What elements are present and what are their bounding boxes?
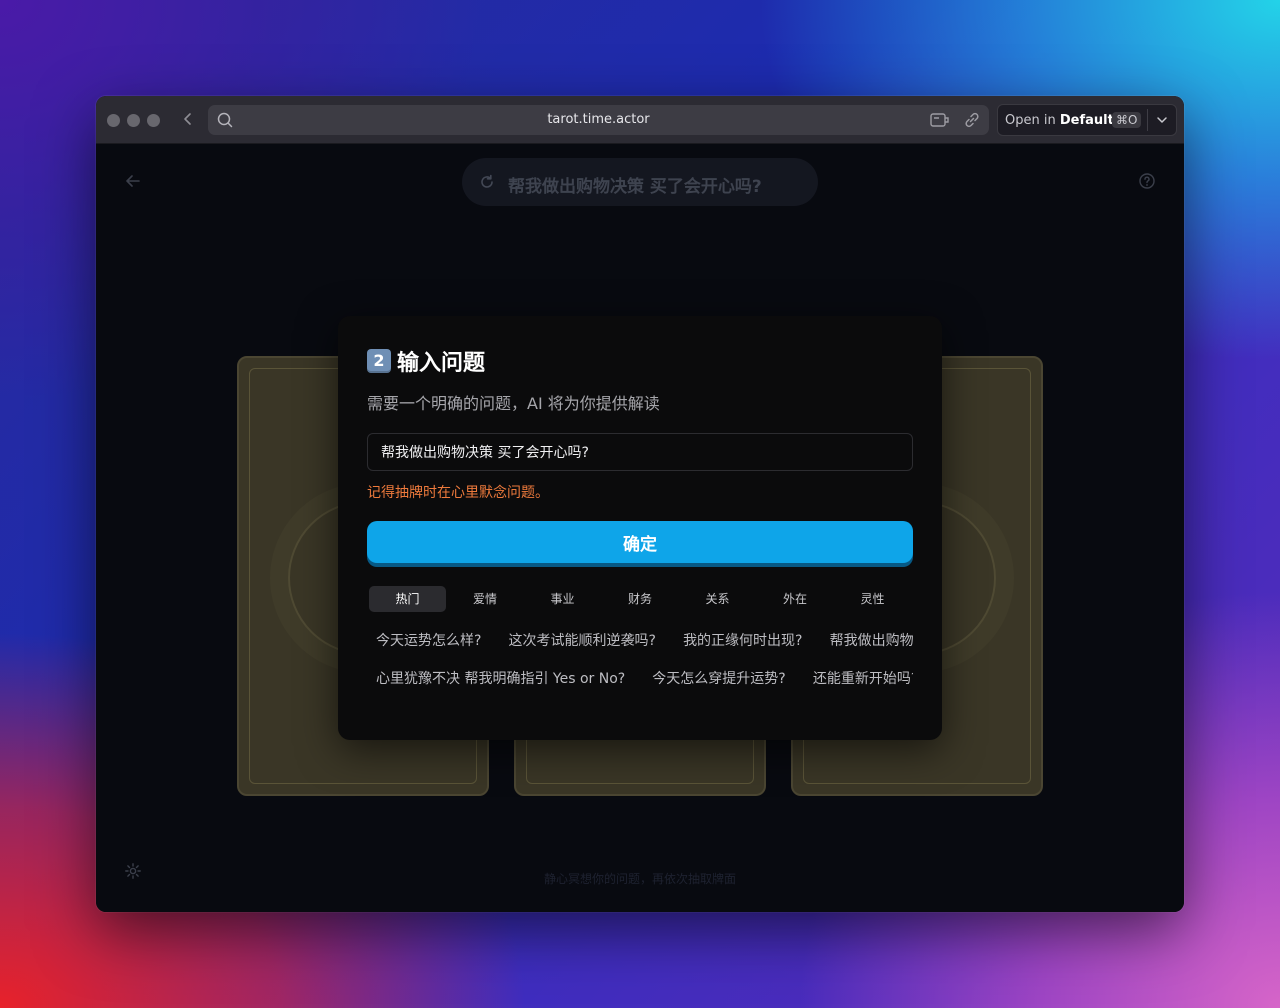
chevron-down-icon[interactable]	[1154, 112, 1170, 128]
current-question-pill[interactable]: 帮我做出购物决策 买了会开心吗?	[462, 158, 818, 206]
dialog-title-text: 输入问题	[397, 351, 486, 376]
question-input[interactable]	[367, 433, 913, 471]
help-circle-icon[interactable]	[1138, 172, 1156, 190]
page-content: 帮我做出购物决策 买了会开心吗? 静心冥想你的问题，再依次抽取牌面 2 输入问题…	[96, 144, 1184, 912]
close-window-button[interactable]	[107, 114, 120, 127]
extension-icon[interactable]	[928, 110, 950, 130]
suggestion-row-1: 今天运势怎么样? 这次考试能顺利逆袭吗? 我的正缘何时出现? 帮我做出购物决策 …	[367, 629, 913, 653]
tab-appearance[interactable]: 外在	[757, 586, 834, 612]
open-in-target: Default	[1059, 113, 1114, 128]
link-icon[interactable]	[962, 110, 982, 130]
suggestion-chip[interactable]: 心里犹豫不决 帮我明确指引 Yes or No?	[367, 667, 634, 691]
suggestion-chip[interactable]: 我的正缘何时出现?	[674, 629, 811, 653]
tab-career[interactable]: 事业	[524, 586, 601, 612]
category-tabs: 热门 爱情 事业 财务 关系 外在 灵性	[367, 586, 913, 612]
suggestion-chip[interactable]: 这次考试能顺利逆袭吗?	[500, 629, 665, 653]
minimize-window-button[interactable]	[127, 114, 140, 127]
tab-finance[interactable]: 财务	[602, 586, 679, 612]
divider	[1147, 109, 1148, 131]
url-text: tarot.time.actor	[547, 112, 650, 127]
confirm-button[interactable]: 确定	[367, 521, 913, 563]
question-dialog: 2 输入问题 需要一个明确的问题，AI 将为你提供解读 记得抽牌时在心里默念问题…	[338, 316, 942, 740]
browser-window: tarot.time.actor Open in Default ⌘O 帮我做出…	[96, 96, 1184, 912]
footer-hint: 静心冥想你的问题，再依次抽取牌面	[543, 872, 736, 886]
dialog-subtitle: 需要一个明确的问题，AI 将为你提供解读	[367, 394, 660, 413]
open-in-label: Open in Default	[1005, 113, 1114, 128]
browser-toolbar: tarot.time.actor Open in Default ⌘O	[96, 96, 1184, 144]
suggestion-chip[interactable]: 今天运势怎么样?	[367, 629, 490, 653]
tab-relationship[interactable]: 关系	[679, 586, 756, 612]
suggestion-chip[interactable]: 帮我做出购物决策 买了会开心吗?	[821, 629, 913, 653]
reminder-hint: 记得抽牌时在心里默念问题。	[367, 485, 549, 501]
arrow-left-icon[interactable]	[124, 172, 142, 190]
refresh-icon	[481, 174, 493, 188]
tab-love[interactable]: 爱情	[447, 586, 524, 612]
shortcut-badge: ⌘O	[1112, 112, 1142, 128]
chevron-left-icon[interactable]	[178, 109, 198, 129]
zoom-window-button[interactable]	[147, 114, 160, 127]
step-number-badge: 2	[367, 349, 391, 373]
tab-hot[interactable]: 热门	[369, 586, 446, 612]
open-in-prefix: Open in	[1005, 113, 1056, 128]
suggestion-chip[interactable]: 还能重新开始吗?	[804, 667, 913, 691]
open-in-default-button[interactable]: Open in Default ⌘O	[997, 104, 1177, 136]
tab-spirituality[interactable]: 灵性	[834, 586, 911, 612]
dialog-title: 2 输入问题	[367, 346, 485, 376]
suggestion-chip[interactable]: 今天怎么穿提升运势?	[643, 667, 794, 691]
address-bar[interactable]: tarot.time.actor	[208, 105, 989, 135]
current-question-text: 帮我做出购物决策 买了会开心吗?	[508, 177, 762, 197]
suggestion-row-2: 心里犹豫不决 帮我明确指引 Yes or No? 今天怎么穿提升运势? 还能重新…	[367, 667, 913, 691]
